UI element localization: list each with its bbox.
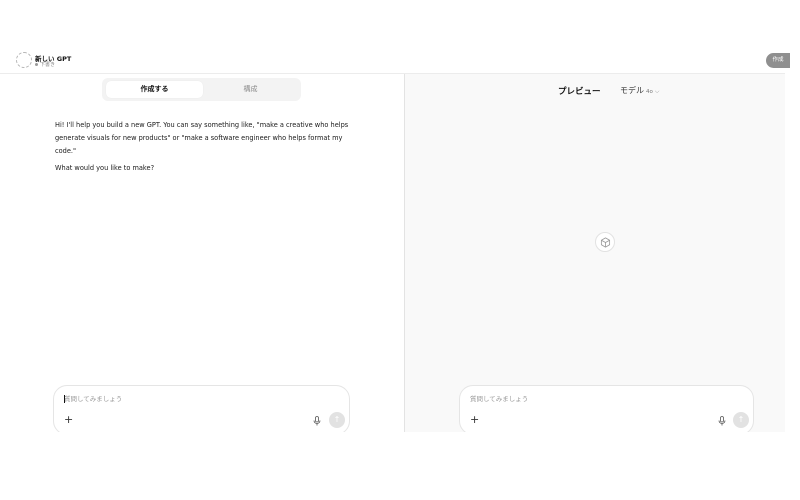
gpt-builder-app: 新しい GPT 下書き 作成 作成する 構成 Hi! I'll help you… (0, 0, 800, 500)
tab-configure[interactable]: 構成 (203, 81, 298, 98)
preview-message-input[interactable] (470, 393, 710, 405)
builder-composer: + ↑ (53, 385, 350, 435)
assistant-message: Hi! I'll help you build a new GPT. You c… (55, 119, 355, 175)
builder-message-input[interactable] (64, 393, 304, 405)
gpt-status: 下書き (35, 61, 55, 68)
model-selector[interactable]: モデル 4o ⌵ (620, 85, 659, 96)
microphone-icon[interactable] (718, 416, 726, 426)
builder-panel: 作成する 構成 Hi! I'll help you build a new GP… (0, 74, 404, 432)
cube-icon (595, 232, 615, 252)
tab-create[interactable]: 作成する (106, 81, 203, 98)
preview-composer: + ↑ (459, 385, 754, 435)
create-button[interactable]: 作成 (766, 53, 790, 68)
gpt-avatar-placeholder[interactable] (16, 52, 32, 68)
text-caret (64, 395, 65, 403)
screenshot-crop-area (0, 432, 800, 500)
arrow-up-icon[interactable]: ↑ (329, 412, 345, 428)
microphone-icon[interactable] (313, 416, 321, 426)
status-label: 下書き (40, 62, 56, 68)
model-version: 4o (646, 89, 653, 95)
chevron-down-icon: ⌵ (654, 88, 660, 95)
plus-icon[interactable]: + (64, 414, 73, 425)
model-label: モデル (620, 86, 644, 95)
header: 新しい GPT 下書き 作成 (0, 48, 800, 74)
status-dot-icon (35, 63, 38, 66)
arrow-up-icon[interactable]: ↑ (733, 412, 749, 428)
message-question: What would you like to make? (55, 164, 155, 172)
preview-title: プレビュー (558, 87, 601, 97)
tab-bar: 作成する 構成 (102, 78, 301, 101)
plus-icon[interactable]: + (470, 414, 479, 425)
preview-panel: プレビュー モデル 4o ⌵ (405, 74, 785, 432)
message-intro: Hi! I'll help you build a new GPT. You c… (55, 121, 349, 155)
